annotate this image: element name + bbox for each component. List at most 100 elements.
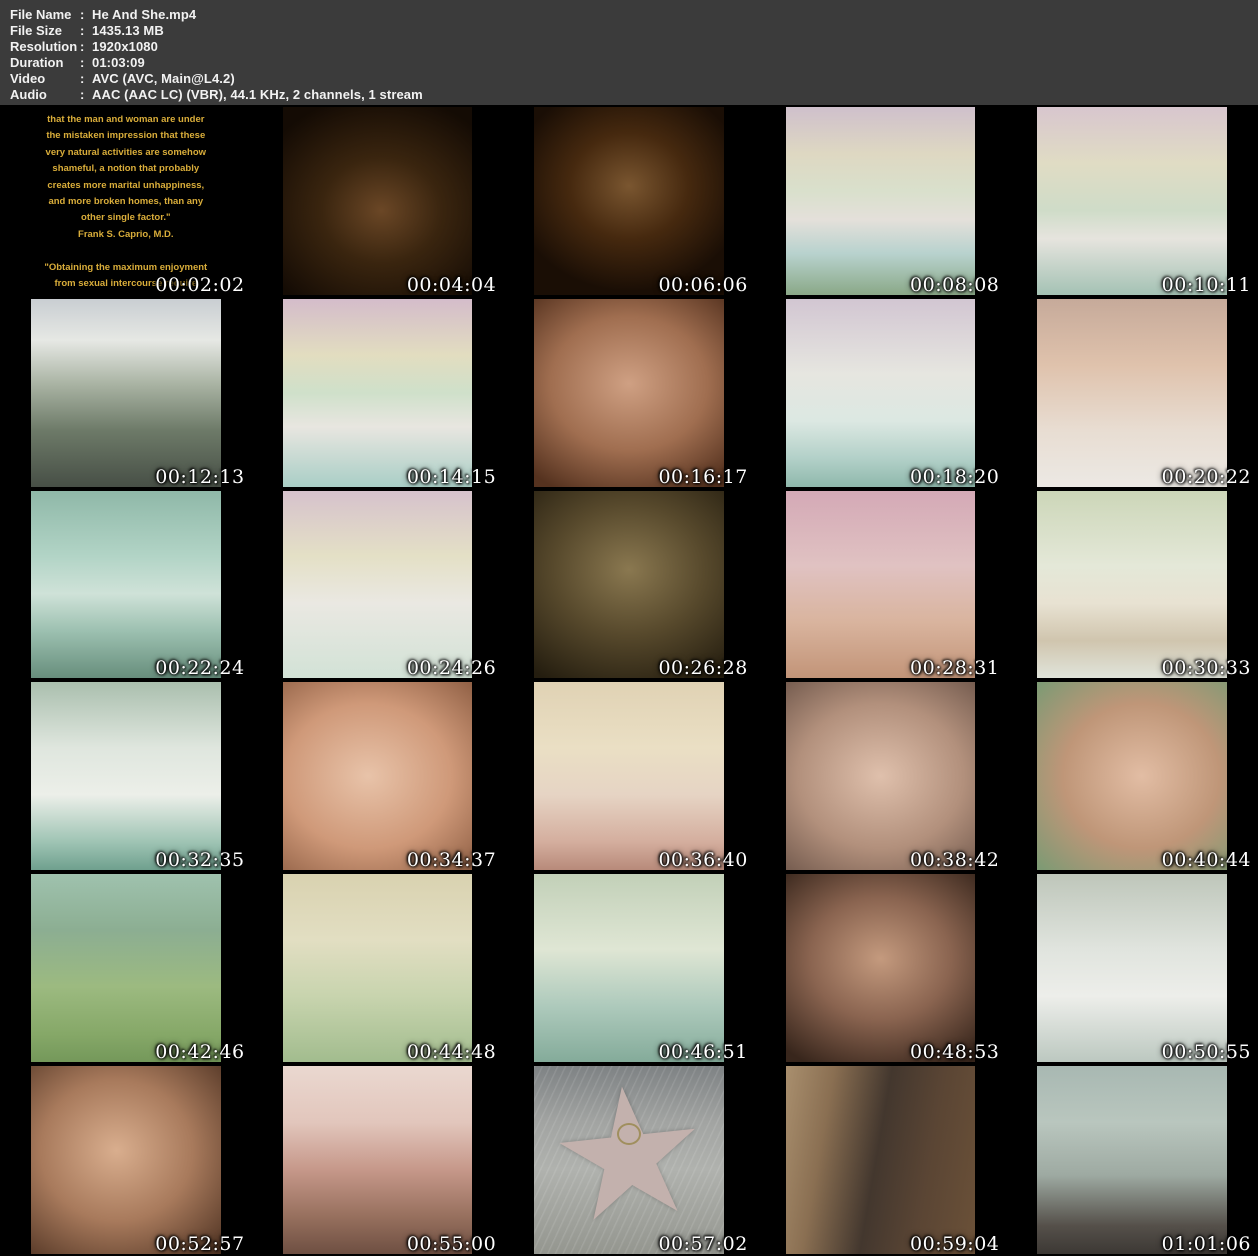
timestamp-label: 00:20:22 — [1162, 466, 1251, 488]
video-frame-00-16-17 — [534, 299, 724, 487]
video-frame-00-57-02: ★ — [534, 1066, 724, 1254]
video-frame-00-20-22 — [1037, 299, 1227, 487]
thumbnail-cell: 00:50:55 — [1006, 872, 1258, 1064]
thumbnail-cell: 01:01:06 — [1006, 1064, 1258, 1256]
thumbnail-cell: 00:36:40 — [503, 680, 755, 872]
separator: : — [80, 71, 92, 87]
frame-vignette — [786, 299, 976, 487]
frame-vignette — [283, 107, 473, 295]
frame-vignette — [534, 682, 724, 870]
thumbnail-cell: 00:48:53 — [755, 872, 1007, 1064]
video-frame-00-44-48 — [283, 874, 473, 1062]
timestamp-label: 00:28:31 — [910, 657, 999, 679]
frame-vignette — [31, 682, 221, 870]
video-frame-00-24-26 — [283, 491, 473, 679]
frame-vignette — [283, 491, 473, 679]
video-frame-00-22-24 — [31, 491, 221, 679]
video-frame-00-18-20 — [786, 299, 976, 487]
frame-vignette — [786, 107, 976, 295]
video-frame-00-26-28 — [534, 491, 724, 679]
thumbnail-cell: 00:34:37 — [252, 680, 504, 872]
timestamp-label: 00:10:11 — [1162, 274, 1251, 296]
resolution-value: 1920x1080 — [92, 39, 158, 54]
file-size-row: File Size:1435.13 MB — [10, 23, 1258, 39]
audio-codec-label: Audio — [10, 87, 80, 103]
frame-vignette — [786, 682, 976, 870]
frame-vignette — [1037, 682, 1227, 870]
frame-vignette — [786, 491, 976, 679]
thumbnail-cell: 00:24:26 — [252, 489, 504, 681]
timestamp-label: 00:55:00 — [407, 1233, 496, 1255]
video-codec-label: Video — [10, 71, 80, 87]
frame-vignette — [1037, 874, 1227, 1062]
frame-vignette — [534, 491, 724, 679]
thumbnail-cell: 00:59:04 — [755, 1064, 1007, 1256]
timestamp-label: 00:34:37 — [407, 849, 496, 871]
thumbnail-cell: 00:30:33 — [1006, 489, 1258, 681]
thumbnail-cell: 00:08:08 — [755, 105, 1007, 297]
thumbnail-cell: 00:38:42 — [755, 680, 1007, 872]
timestamp-label: 00:32:35 — [155, 849, 244, 871]
thumbnail-cell: 00:52:57 — [0, 1064, 252, 1256]
timestamp-label: 00:42:46 — [155, 1041, 244, 1063]
thumbnail-cell: 00:16:17 — [503, 297, 755, 489]
thumbnail-cell: 00:55:00 — [252, 1064, 504, 1256]
timestamp-label: 00:59:04 — [910, 1233, 999, 1255]
file-name-row: File Name:He And She.mp4 — [10, 7, 1258, 23]
duration-label: Duration — [10, 55, 80, 71]
thumbnail-cell: 00:12:13 — [0, 297, 252, 489]
thumbnail-cell: 00:20:22 — [1006, 297, 1258, 489]
frame-vignette — [31, 491, 221, 679]
audio-codec-value: AAC (AAC LC) (VBR), 44.1 KHz, 2 channels… — [92, 87, 423, 102]
timestamp-label: 00:06:06 — [658, 274, 747, 296]
resolution-row: Resolution:1920x1080 — [10, 39, 1258, 55]
timestamp-label: 00:30:33 — [1162, 657, 1251, 679]
thumbnail-cell: ★00:57:02 — [503, 1064, 755, 1256]
file-size-value: 1435.13 MB — [92, 23, 164, 38]
thumbnail-cell: 00:10:11 — [1006, 105, 1258, 297]
duration-row: Duration:01:03:09 — [10, 55, 1258, 71]
video-frame-00-10-11 — [1037, 107, 1227, 295]
separator: : — [80, 87, 92, 103]
frame-vignette — [283, 874, 473, 1062]
timestamp-label: 00:24:26 — [407, 657, 496, 679]
frame-vignette — [1037, 491, 1227, 679]
thumbnail-cell: 00:28:31 — [755, 489, 1007, 681]
video-frame-00-34-37 — [283, 682, 473, 870]
thumbnail-cell: 00:06:06 — [503, 105, 755, 297]
timestamp-label: 00:08:08 — [910, 274, 999, 296]
timestamp-label: 00:12:13 — [155, 466, 244, 488]
thumbnail-grid: that the man and woman are under the mis… — [0, 105, 1258, 1256]
video-frame-00-36-40 — [534, 682, 724, 870]
frame-vignette — [534, 874, 724, 1062]
video-frame-00-46-51 — [534, 874, 724, 1062]
resolution-label: Resolution — [10, 39, 80, 55]
timestamp-label: 00:04:04 — [407, 274, 496, 296]
thumbnail-cell: 00:32:35 — [0, 680, 252, 872]
video-frame-00-38-42 — [786, 682, 976, 870]
star-icon: ★ — [540, 1064, 717, 1251]
thumbnail-cell: 00:04:04 — [252, 105, 504, 297]
thumbnail-cell: 00:14:15 — [252, 297, 504, 489]
timestamp-label: 00:36:40 — [658, 849, 747, 871]
frame-vignette — [283, 1066, 473, 1254]
frame-vignette — [1037, 1066, 1227, 1254]
frame-vignette — [786, 874, 976, 1062]
thumbnail-cell: that the man and woman are under the mis… — [0, 105, 252, 297]
video-frame-00-08-08 — [786, 107, 976, 295]
timestamp-label: 00:52:57 — [155, 1233, 244, 1255]
video-frame-00-30-33 — [1037, 491, 1227, 679]
video-frame-00-32-35 — [31, 682, 221, 870]
video-frame-00-04-04 — [283, 107, 473, 295]
star-emblem-ring — [617, 1123, 641, 1145]
timestamp-label: 00:40:44 — [1162, 849, 1251, 871]
timestamp-label: 00:50:55 — [1162, 1041, 1251, 1063]
video-frame-00-42-46 — [31, 874, 221, 1062]
timestamp-label: 00:14:15 — [407, 466, 496, 488]
separator: : — [80, 23, 92, 39]
timestamp-label: 00:16:17 — [658, 466, 747, 488]
video-frame-00-12-13 — [31, 299, 221, 487]
timestamp-label: 01:01:06 — [1162, 1233, 1251, 1255]
thumbnail-cell: 00:46:51 — [503, 872, 755, 1064]
frame-vignette — [786, 1066, 976, 1254]
